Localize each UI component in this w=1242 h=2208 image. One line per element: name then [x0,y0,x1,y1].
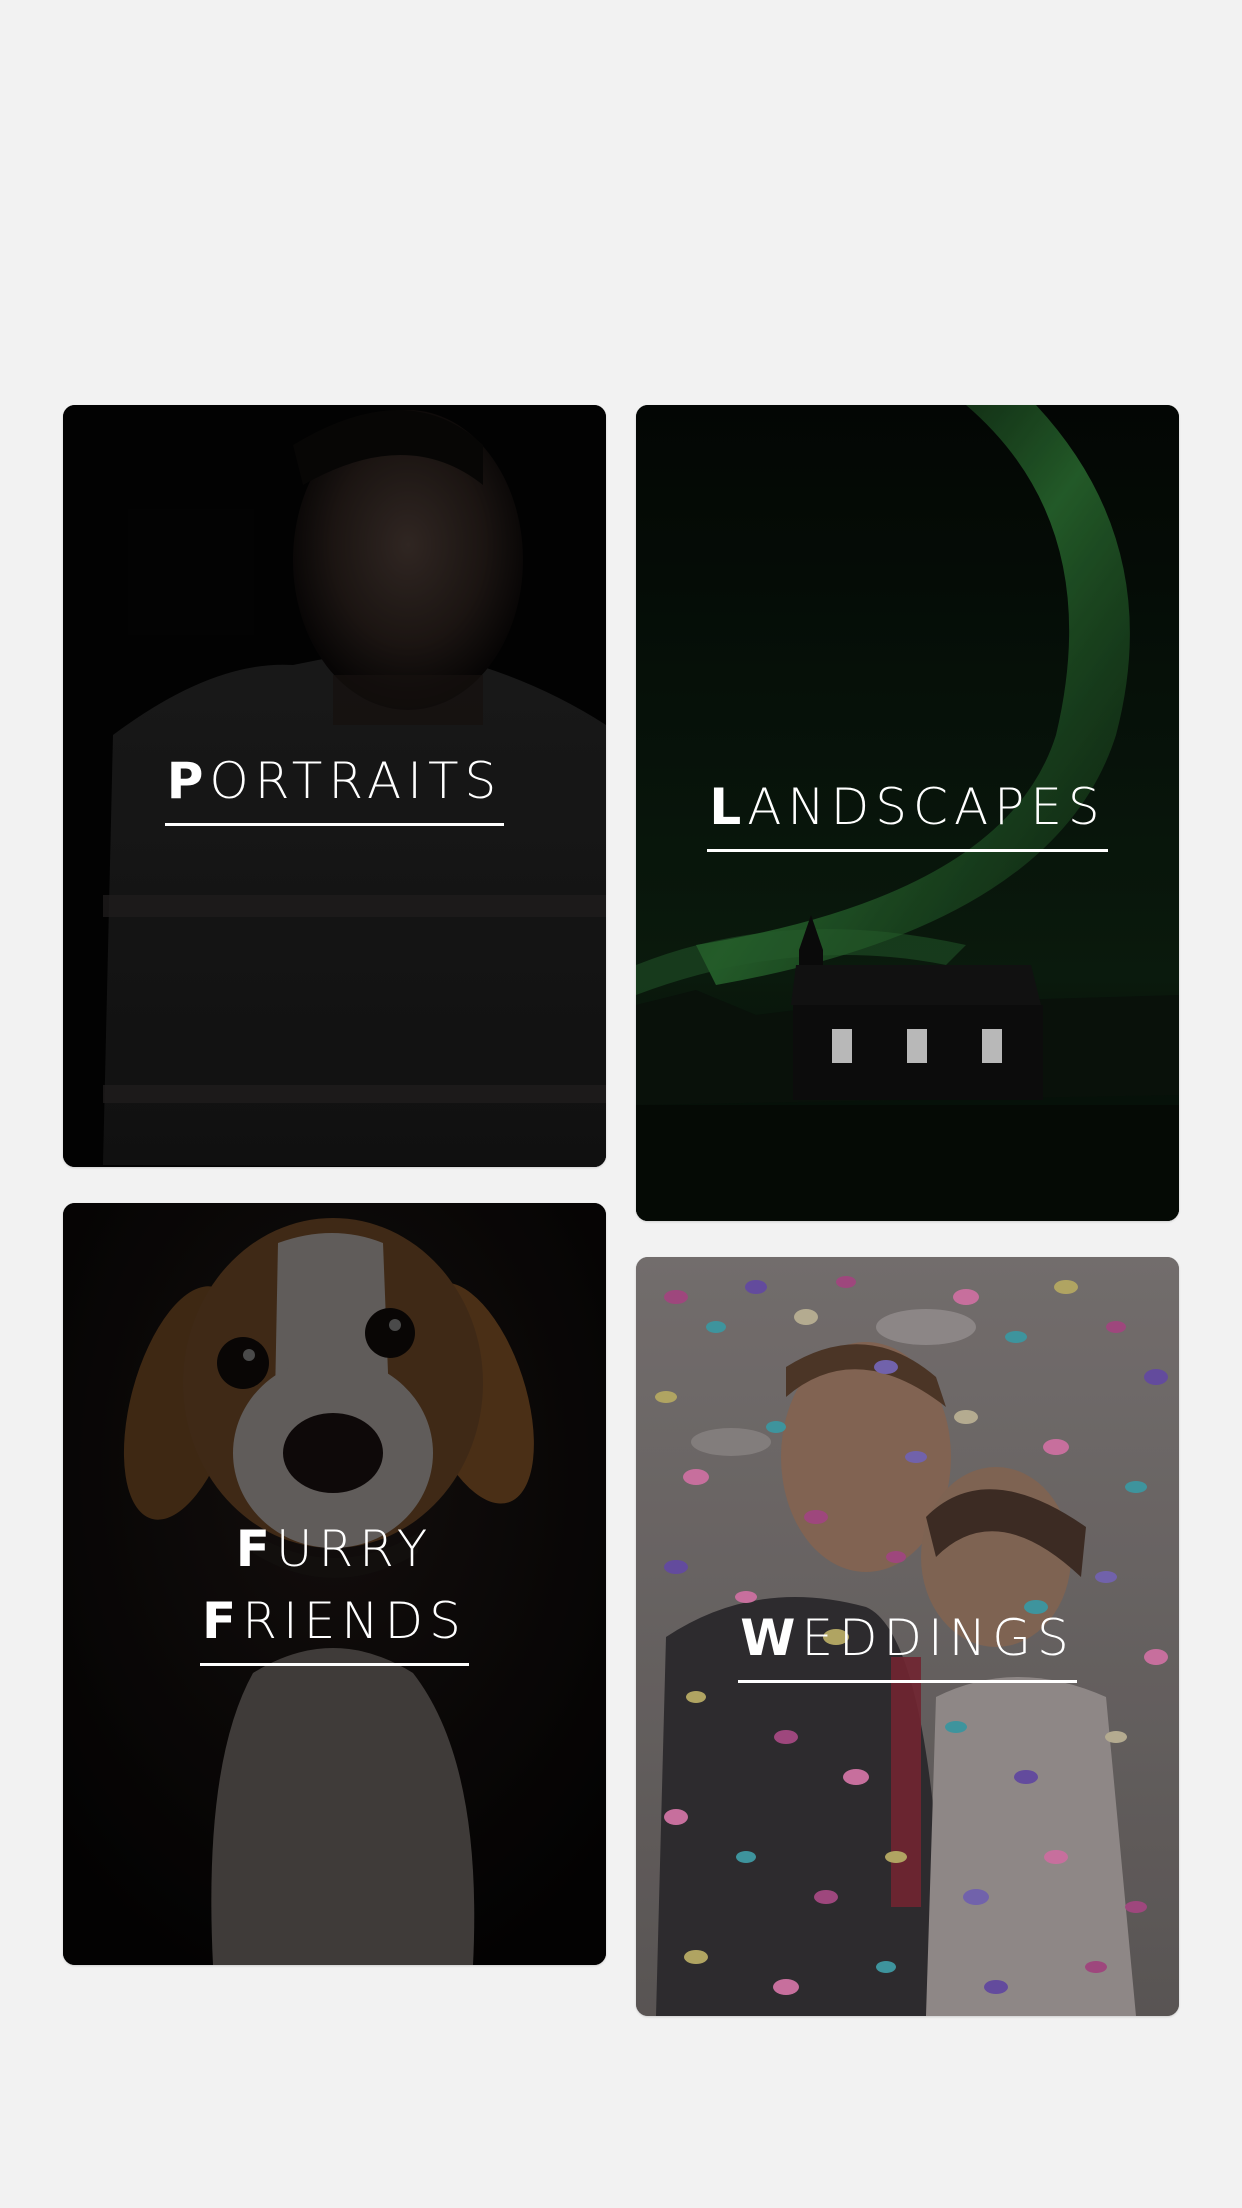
furry-line2-initial: F [202,1592,243,1650]
furry-line1-initial: F [235,1520,276,1578]
furry-line2-rest: RIENDS [242,1592,467,1650]
furry-friends-caption: FURRY FRIENDS [63,1513,606,1666]
weddings-initial: W [740,1609,802,1667]
furry-friends-title: FURRY FRIENDS [200,1513,469,1666]
category-card-landscapes[interactable]: LANDSCAPES [636,405,1179,1221]
category-card-furry-friends[interactable]: FURRY FRIENDS [63,1203,606,1965]
portraits-title: PORTRAITS [164,745,505,826]
weddings-title: WEDDINGS [738,1602,1077,1683]
landscapes-caption: LANDSCAPES [636,771,1179,852]
category-card-weddings[interactable]: WEDDINGS [636,1257,1179,2016]
category-card-portraits[interactable]: PORTRAITS [63,405,606,1167]
portraits-initial: P [166,752,210,810]
weddings-rest: EDDINGS [801,1609,1075,1667]
weddings-caption: WEDDINGS [636,1602,1179,1683]
landscapes-title: LANDSCAPES [707,771,1108,852]
landscapes-rest: ANDSCAPES [747,778,1106,836]
portraits-rest: ORTRAITS [209,752,503,810]
portraits-caption: PORTRAITS [63,745,606,826]
landscapes-initial: L [709,778,748,836]
furry-line1-rest: URRY [275,1520,434,1578]
